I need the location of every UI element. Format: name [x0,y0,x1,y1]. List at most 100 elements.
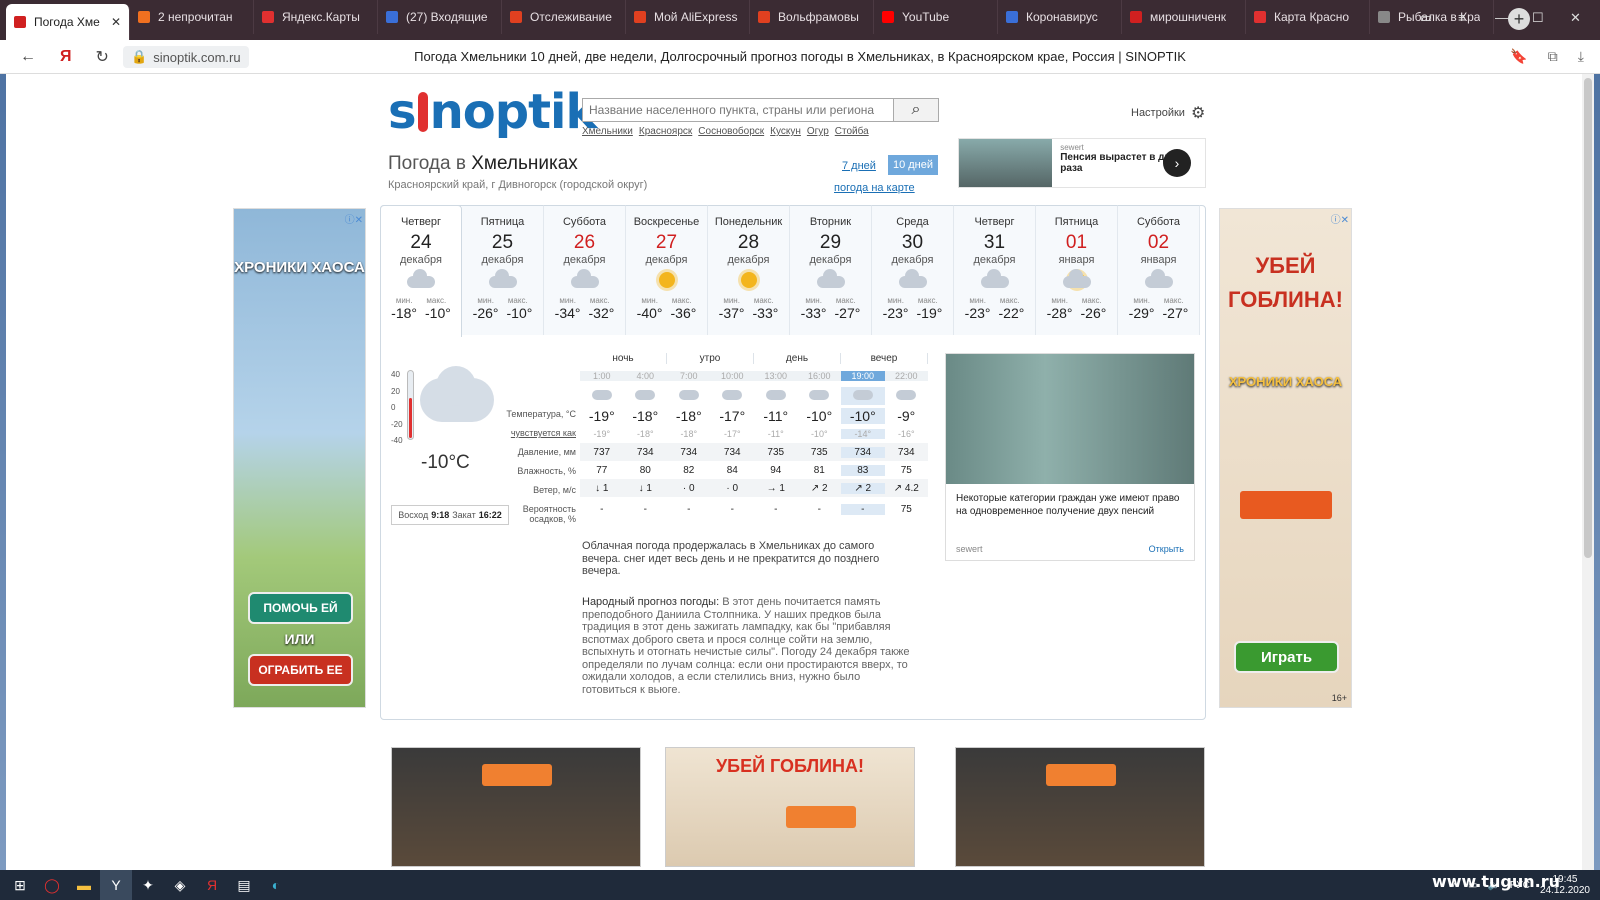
new-tab-button[interactable]: + [1508,8,1530,30]
day-tab[interactable]: Четверг 24 декабря мин. макс. -18° -10° [380,205,462,337]
site-logo[interactable]: s noptik [388,84,597,140]
collections-icon[interactable]: ⧉ [1548,48,1558,65]
day-tab[interactable]: Среда 30 декабря мин. макс. -23° -19° [872,205,954,335]
right-ad[interactable]: ⓘ✕ УБЕЙ ГОБЛИНА! ХРОНИКИ ХАОСА Играть 16… [1219,208,1352,708]
tabs-menu-icon[interactable]: ▭ [1420,10,1432,26]
period-7-days[interactable]: 7 дней [842,160,876,172]
mid-ad-open-link[interactable]: Открыть [1149,544,1184,554]
min-max-temps: -40° -36° [626,305,707,321]
tab-close-icon[interactable]: ✕ [111,15,121,29]
quick-link[interactable]: Красноярск [639,126,692,137]
time-cell: 4:00 [623,371,667,381]
windows-start-icon[interactable]: ⊞ [4,870,36,900]
day-tabs: Четверг 24 декабря мин. макс. -18° -10° Пятница… [380,205,1200,337]
browser-tab[interactable]: Вольфрамовы [750,0,874,34]
temp-cell: -10° [841,408,885,424]
wind-cell: ↗ 2 [841,482,885,494]
quick-link[interactable]: Кускун [770,126,801,137]
menu-icon[interactable]: ≡ [1458,10,1466,25]
cloud-snow-icon [678,390,699,400]
rob-her-button[interactable]: ОГРАБИТЬ ЕЕ [248,654,353,686]
day-tab[interactable]: Суббота 26 декабря мин. макс. -34° -32° [544,205,626,335]
day-tab[interactable]: Воскресенье 27 декабря мин. макс. -40° -36° [626,205,708,335]
region-text: Красноярский край, г Дивногорск (городск… [388,179,648,191]
tab-favicon-icon [882,11,894,23]
top-ad[interactable]: sewert Пенсия вырастет в два раза › [958,138,1206,188]
ad-close-icon[interactable]: ⓘ✕ [345,211,363,226]
min-label: мин. [805,296,822,305]
left-ad[interactable]: ⓘ✕ ХРОНИКИ ХАОСА ПОМОЧЬ ЕЙ ИЛИ ОГРАБИТЬ … [233,208,366,708]
day-date: 29 [819,232,842,253]
day-tab[interactable]: Пятница 25 декабря мин. макс. -26° -10° [462,205,544,335]
app-icon[interactable]: ✦ [132,870,164,900]
day-month: декабря [891,254,934,266]
browser-tab[interactable]: (27) Входящие [378,0,502,34]
settings-link[interactable]: Настройки ⚙ [1131,103,1205,123]
day-tab[interactable]: Четверг 31 декабря мин. макс. -23° -22° [954,205,1036,335]
edge-icon[interactable]: ◐ [260,870,292,900]
ad-close-icon[interactable]: ⓘ✕ [1331,211,1349,226]
period-10-days[interactable]: 10 дней [888,155,938,175]
min-max-temps: -33° -27° [790,305,871,321]
mid-ad-source: sewert [956,544,983,554]
quick-link[interactable]: Сосновоборск [698,126,764,137]
feels-cell: -11° [767,429,784,439]
browser-tab[interactable]: YouTube [874,0,998,34]
browser-tab[interactable]: Погода Хме ✕ [6,4,130,40]
icon-cell [667,387,711,405]
day-tab[interactable]: Суббота 02 января мин. макс. -29° -27° [1118,205,1200,335]
help-her-button[interactable]: ПОМОЧЬ ЕЙ [248,592,353,624]
browser-tab[interactable]: Мой AliExpress [626,0,750,34]
quick-link[interactable]: Огур [807,126,829,137]
file-explorer-icon[interactable]: ▬ [68,870,100,900]
min-temp: -23° [882,305,909,321]
max-temp: -10° [425,305,451,321]
tab-favicon-icon [14,16,26,28]
day-part-label: вечер [841,352,928,364]
temp-cell: -11° [763,408,789,424]
bottom-ad-3[interactable] [955,747,1205,867]
min-max-temps: -23° -19° [872,305,953,321]
middle-ad[interactable]: Некоторые категории граждан уже имеют пр… [945,353,1195,561]
min-max-temps: -26° -10° [462,305,543,321]
play-button[interactable]: Играть [1234,641,1339,673]
document-icon[interactable]: ▤ [228,870,260,900]
close-window-icon[interactable]: ✕ [1570,10,1581,26]
bottom-ad-1[interactable] [391,747,641,867]
yandex-browser-icon[interactable]: Y [100,870,132,900]
bookmark-icon[interactable]: 🔖 [1510,48,1527,65]
age-rating: 16+ [1331,693,1347,703]
browser-tab[interactable]: Карта Красно [1246,0,1370,34]
yandex-icon[interactable]: Я [196,870,228,900]
day-tab[interactable]: Вторник 29 декабря мин. макс. -33° -27° [790,205,872,335]
weather-map-link[interactable]: погода на карте [834,182,915,194]
search-input[interactable] [583,99,893,121]
day-tab[interactable]: Понедельник 28 декабря мин. макс. -37° -33° [708,205,790,335]
max-label: макс. [917,296,938,305]
mid-ad-text: Некоторые категории граждан уже имеют пр… [956,493,1180,517]
bottom-ad-2[interactable]: УБЕЙ ГОБЛИНА! [665,747,915,867]
maximize-icon[interactable]: ☐ [1532,10,1544,26]
desktop-edge-right [1594,0,1600,870]
cloud-icon [1142,269,1176,292]
app-icon-2[interactable]: ◈ [164,870,196,900]
ad-arrow-icon[interactable]: › [1163,149,1191,177]
browser-tab[interactable]: 2 непрочитан [130,0,254,34]
search-button[interactable]: ⌕ [893,99,938,121]
cloud-snow-icon [404,269,438,292]
quick-link[interactable]: Стойба [835,126,869,137]
page-scrollbar[interactable] [1582,74,1594,870]
quick-link[interactable]: Хмельники [582,126,633,137]
day-tab[interactable]: Пятница 01 января мин. макс. -28° -26° [1036,205,1118,335]
browser-tab[interactable]: Коронавирус [998,0,1122,34]
browser-tab[interactable]: мирошниченк [1122,0,1246,34]
opera-icon[interactable]: ◯ [36,870,68,900]
feels-row-label[interactable]: чувствуется как [490,428,576,438]
download-icon[interactable]: ⤓ [1578,48,1584,65]
browser-tab[interactable]: Отслеживание [502,0,626,34]
browser-tab[interactable]: Яндекс.Карты [254,0,378,34]
temp-cell: -10° [806,408,833,424]
minimize-icon[interactable]: — [1495,10,1508,25]
max-label: макс. [999,296,1020,305]
min-temp: -18° [391,305,417,321]
